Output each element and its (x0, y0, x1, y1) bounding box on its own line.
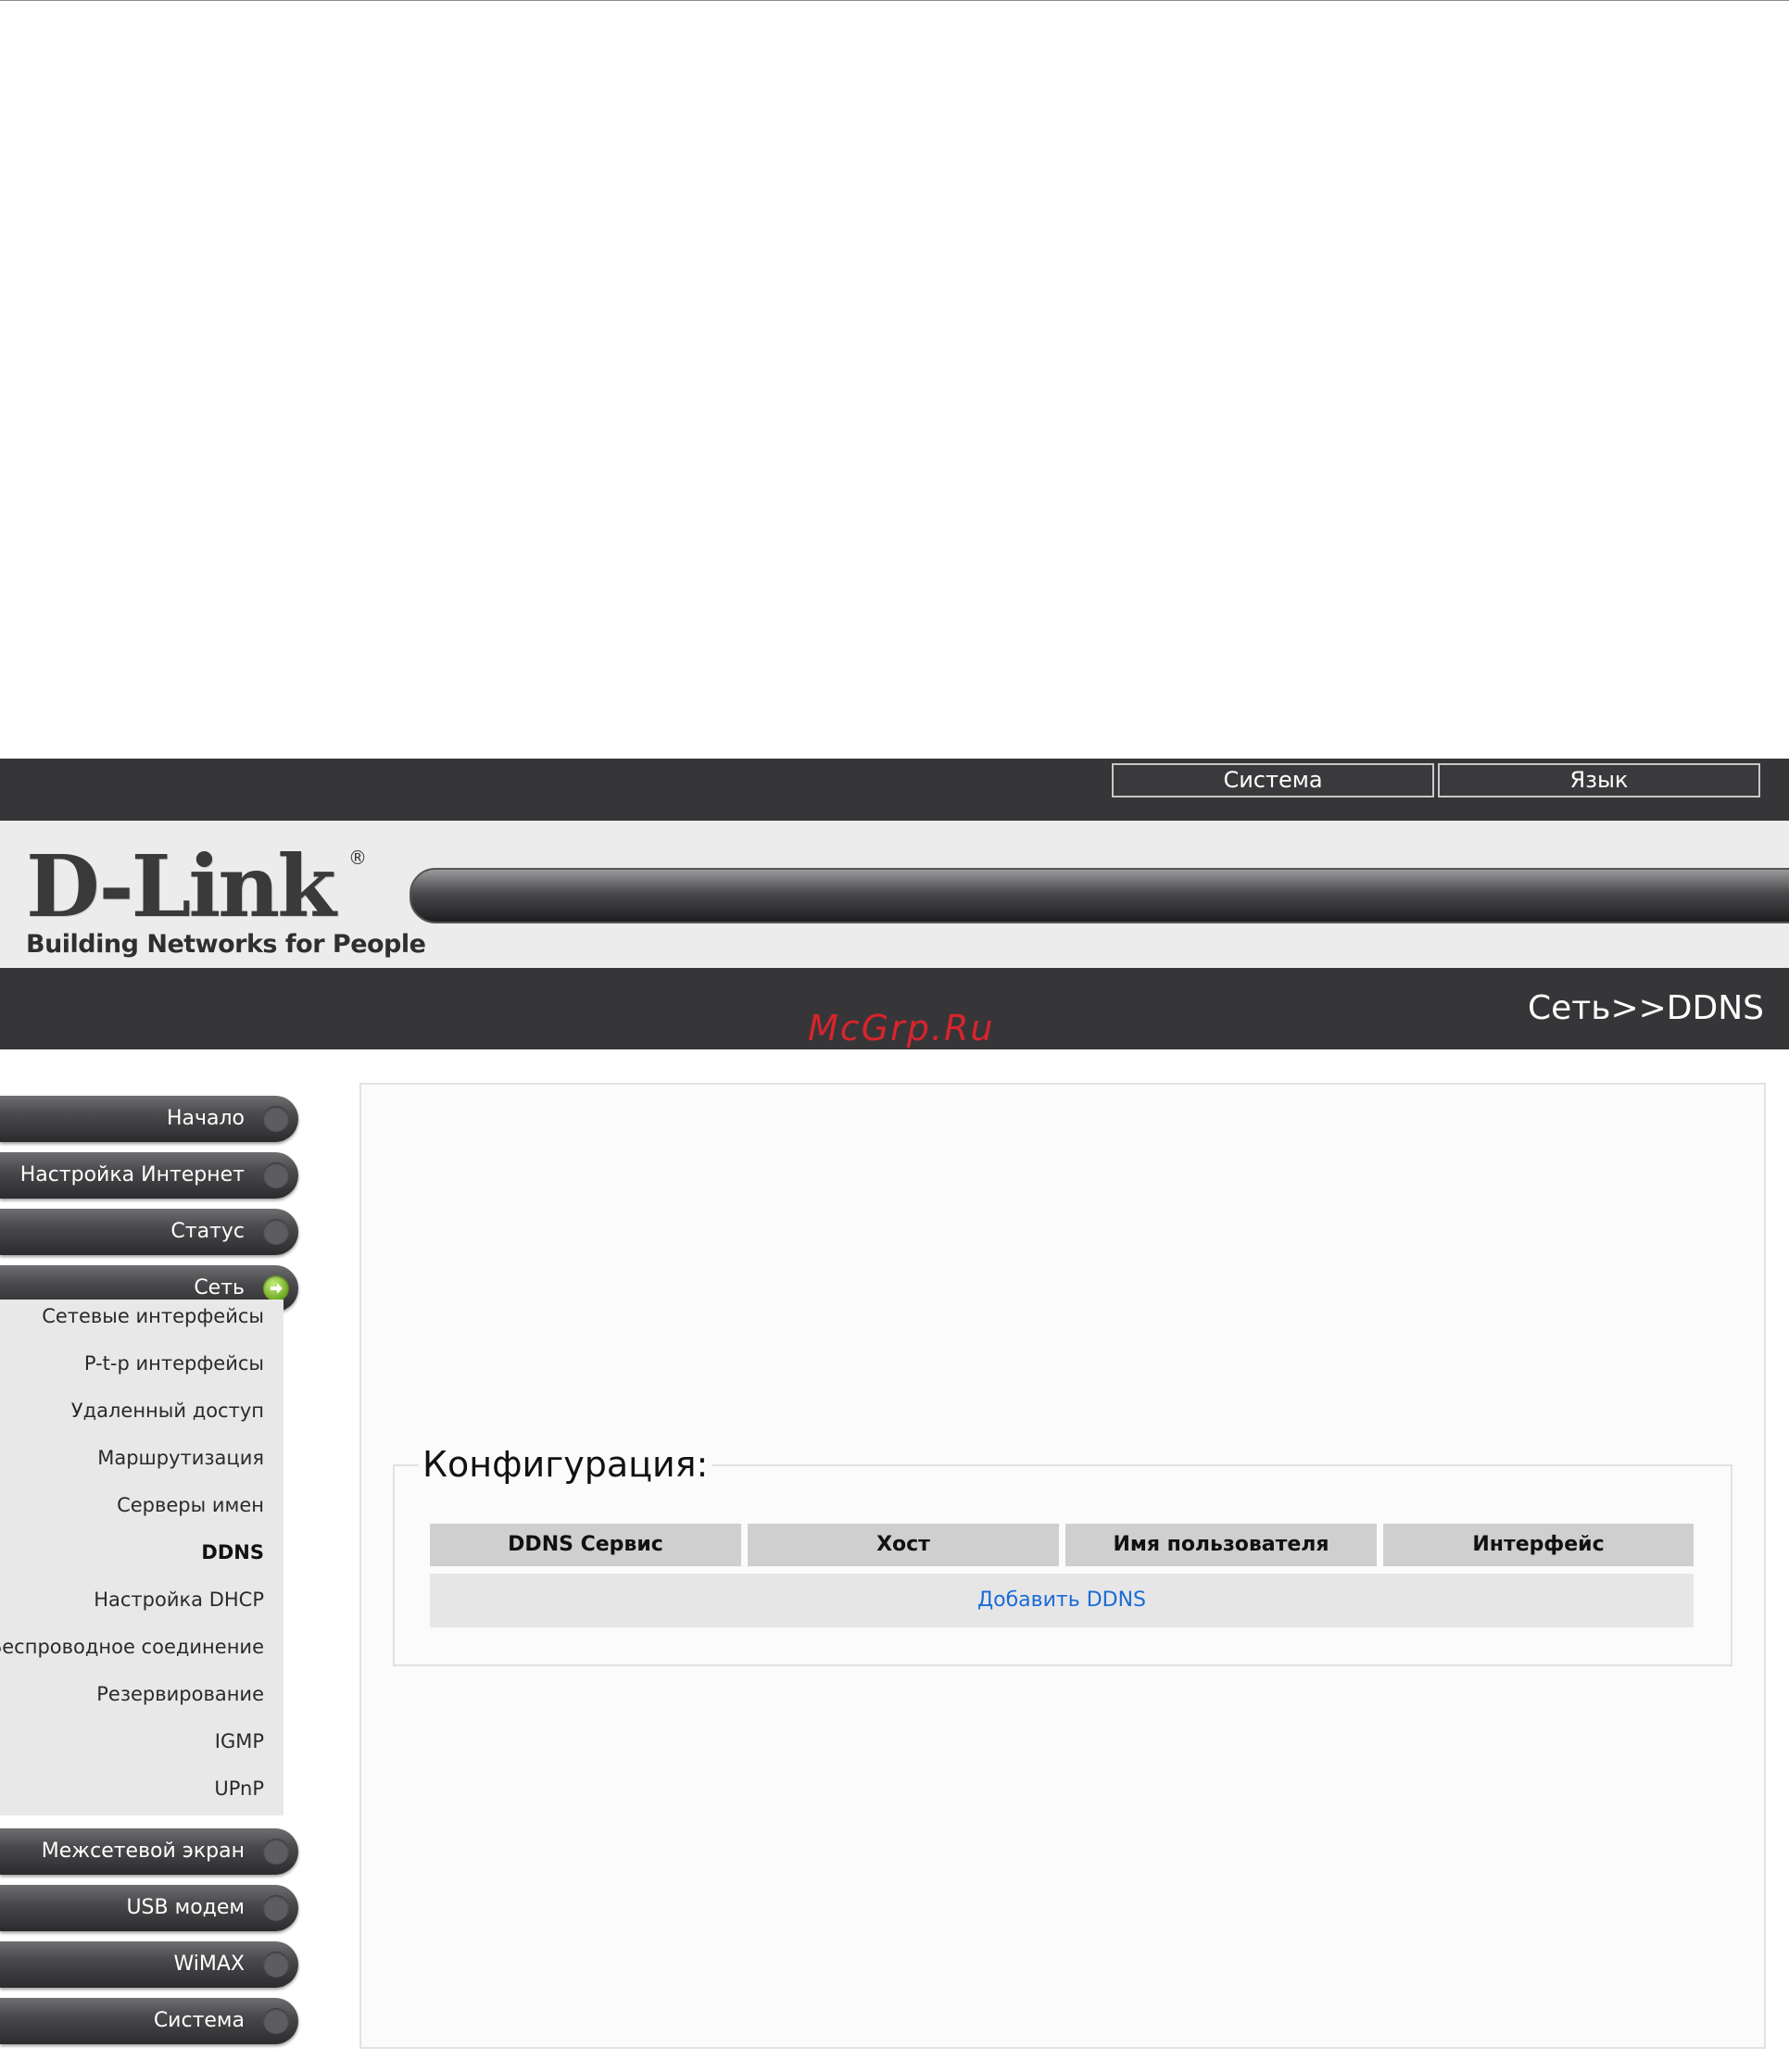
nav-item-label: Начало (166, 1107, 245, 1130)
header-decoration-bar (409, 868, 1789, 923)
column-header-host: Хост (748, 1524, 1059, 1566)
sidebar: Начало Настройка Интернет Статус Сеть Се… (0, 1049, 306, 2072)
submenu-item-ptp-interfaces[interactable]: P-t-p интерфейсы (84, 1350, 264, 1377)
nav-item-status[interactable]: Статус (0, 1209, 298, 1255)
arrow-right-circle-icon (263, 1275, 289, 1301)
add-ddns-link[interactable]: Добавить DDNS (977, 1589, 1146, 1612)
arrow-right-circle-icon (263, 1162, 289, 1188)
logo-bar: D-Link ® Building Networks for People (0, 821, 1789, 968)
nav-item-label: Система (153, 2009, 245, 2032)
nav-item-label: USB модем (126, 1896, 245, 1919)
submenu-item-dhcp-setup[interactable]: Настройка DHCP (94, 1586, 264, 1614)
configuration-legend: Конфигурация: (419, 1442, 712, 1487)
submenu-item-dns-servers[interactable]: Серверы имен (117, 1491, 264, 1519)
language-button[interactable]: Язык (1438, 763, 1760, 797)
add-row: Добавить DDNS (430, 1574, 1694, 1627)
submenu-item-network-interfaces[interactable]: Сетевые интерфейсы (42, 1302, 264, 1330)
column-header-username: Имя пользователя (1065, 1524, 1377, 1566)
nav-item-label: Межсетевой экран (41, 1840, 245, 1863)
nav-item-usb-modem[interactable]: USB модем (0, 1885, 298, 1931)
configuration-section: Конфигурация: DDNS Сервис Хост Имя польз… (393, 1442, 1732, 1666)
arrow-right-circle-icon (263, 1106, 289, 1132)
submenu-item-remote-access[interactable]: Удаленный доступ (71, 1397, 264, 1425)
top-bar: Система Язык (0, 759, 1789, 821)
watermark: McGrp.Ru (808, 1008, 995, 1049)
column-header-interface: Интерфейс (1383, 1524, 1694, 1566)
arrow-right-circle-icon (263, 1952, 289, 1978)
content-panel: Конфигурация: DDNS Сервис Хост Имя польз… (359, 1083, 1766, 2049)
submenu-item-upnp[interactable]: UPnP (214, 1775, 264, 1802)
nav-item-internet-setup[interactable]: Настройка Интернет (0, 1152, 298, 1199)
system-button[interactable]: Система (1112, 763, 1434, 797)
arrow-right-circle-icon (263, 2008, 289, 2034)
arrow-right-circle-icon (263, 1895, 289, 1921)
submenu-item-wireless[interactable]: Беспроводное соединение (0, 1633, 264, 1661)
router-web-ui: Система Язык D-Link ® Building Networks … (0, 759, 1789, 2072)
submenu-item-routing[interactable]: Маршрутизация (97, 1444, 264, 1472)
nav-item-label: Статус (170, 1220, 245, 1243)
submenu-item-redundancy[interactable]: Резервирование (96, 1680, 264, 1708)
nav-item-label: Настройка Интернет (19, 1163, 245, 1187)
arrow-right-circle-icon (263, 1839, 289, 1865)
logo-tagline: Building Networks for People (26, 930, 426, 959)
nav-item-home[interactable]: Начало (0, 1096, 298, 1142)
nav-item-wimax[interactable]: WiMAX (0, 1941, 298, 1988)
arrow-right-circle-icon (263, 1219, 289, 1245)
dlink-logo: D-Link ® Building Networks for People (26, 844, 426, 959)
breadcrumb: Сеть>>DDNS (1527, 989, 1764, 1027)
registered-mark: ® (348, 847, 367, 869)
nav-item-system[interactable]: Система (0, 1998, 298, 2044)
top-divider (0, 0, 1789, 1)
submenu-item-ddns[interactable]: DDNS (201, 1538, 264, 1566)
nav-item-firewall[interactable]: Межсетевой экран (0, 1828, 298, 1875)
network-submenu: Сетевые интерфейсы P-t-p интерфейсы Удал… (0, 1300, 283, 1815)
submenu-item-igmp[interactable]: IGMP (215, 1727, 264, 1755)
column-header-ddns-service: DDNS Сервис (430, 1524, 741, 1566)
nav-item-label: WiMAX (173, 1953, 245, 1976)
